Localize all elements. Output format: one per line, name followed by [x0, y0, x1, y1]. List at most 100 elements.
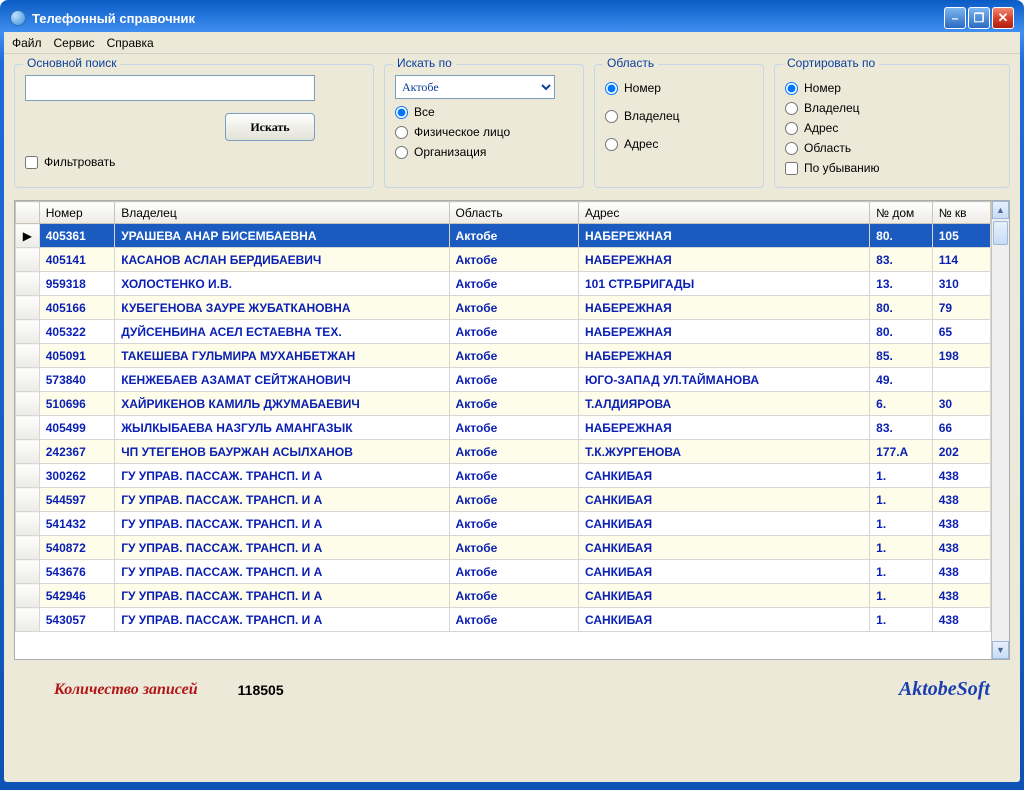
- cell-area[interactable]: Актобе: [449, 440, 578, 464]
- radio-area-number[interactable]: [605, 82, 618, 95]
- close-button[interactable]: ✕: [992, 7, 1014, 29]
- cell-house[interactable]: 80.: [870, 224, 933, 248]
- cell-area[interactable]: Актобе: [449, 392, 578, 416]
- cell-num[interactable]: 540872: [39, 536, 114, 560]
- cell-owner[interactable]: ТАКЕШЕВА ГУЛЬМИРА МУХАНБЕТЖАН: [115, 344, 449, 368]
- cell-owner[interactable]: ГУ УПРАВ. ПАССАЖ. ТРАНСП. И А: [115, 488, 449, 512]
- cell-house[interactable]: 177.А: [870, 440, 933, 464]
- table-row[interactable]: 542946ГУ УПРАВ. ПАССАЖ. ТРАНСП. И ААктоб…: [16, 584, 991, 608]
- cell-addr[interactable]: НАБЕРЕЖНАЯ: [578, 344, 869, 368]
- cell-apt[interactable]: 438: [932, 488, 990, 512]
- radio-all[interactable]: [395, 106, 408, 119]
- cell-owner[interactable]: ЖЫЛКЫБАЕВА НАЗГУЛЬ АМАНГАЗЫК: [115, 416, 449, 440]
- cell-area[interactable]: Актобе: [449, 248, 578, 272]
- cell-area[interactable]: Актобе: [449, 224, 578, 248]
- cell-area[interactable]: Актобе: [449, 416, 578, 440]
- table-row[interactable]: 573840КЕНЖЕБАЕВ АЗАМАТ СЕЙТЖАНОВИЧАктобе…: [16, 368, 991, 392]
- radio-sort-owner[interactable]: [785, 102, 798, 115]
- col-header-area[interactable]: Область: [449, 202, 578, 224]
- table-row[interactable]: 405091ТАКЕШЕВА ГУЛЬМИРА МУХАНБЕТЖАНАктоб…: [16, 344, 991, 368]
- table-row[interactable]: 510696ХАЙРИКЕНОВ КАМИЛЬ ДЖУМАБАЕВИЧАктоб…: [16, 392, 991, 416]
- cell-owner[interactable]: ХОЛОСТЕНКО И.В.: [115, 272, 449, 296]
- cell-apt[interactable]: 438: [932, 536, 990, 560]
- cell-house[interactable]: 83.: [870, 416, 933, 440]
- cell-num[interactable]: 543676: [39, 560, 114, 584]
- cell-num[interactable]: 542946: [39, 584, 114, 608]
- cell-num[interactable]: 405141: [39, 248, 114, 272]
- cell-addr[interactable]: 101 СТР.БРИГАДЫ: [578, 272, 869, 296]
- cell-area[interactable]: Актобе: [449, 560, 578, 584]
- cell-owner[interactable]: ГУ УПРАВ. ПАССАЖ. ТРАНСП. И А: [115, 536, 449, 560]
- cell-area[interactable]: Актобе: [449, 512, 578, 536]
- cell-owner[interactable]: УРАШЕВА АНАР БИСЕМБАЕВНА: [115, 224, 449, 248]
- cell-area[interactable]: Актобе: [449, 464, 578, 488]
- cell-house[interactable]: 1.: [870, 584, 933, 608]
- cell-house[interactable]: 1.: [870, 536, 933, 560]
- radio-person[interactable]: [395, 126, 408, 139]
- radio-area-owner[interactable]: [605, 110, 618, 123]
- region-select[interactable]: Актобе: [395, 75, 555, 99]
- cell-num[interactable]: 300262: [39, 464, 114, 488]
- radio-area-address[interactable]: [605, 138, 618, 151]
- col-header-address[interactable]: Адрес: [578, 202, 869, 224]
- radio-sort-number[interactable]: [785, 82, 798, 95]
- table-row[interactable]: 541432ГУ УПРАВ. ПАССАЖ. ТРАНСП. И ААктоб…: [16, 512, 991, 536]
- cell-owner[interactable]: КУБЕГЕНОВА ЗАУРЕ ЖУБАТКАНОВНА: [115, 296, 449, 320]
- cell-num[interactable]: 541432: [39, 512, 114, 536]
- titlebar[interactable]: Телефонный справочник – ❐ ✕: [4, 4, 1020, 32]
- cell-addr[interactable]: САНКИБАЯ: [578, 608, 869, 632]
- cell-apt[interactable]: 198: [932, 344, 990, 368]
- cell-apt[interactable]: 438: [932, 464, 990, 488]
- table-row[interactable]: ▶405361УРАШЕВА АНАР БИСЕМБАЕВНААктобеНАБ…: [16, 224, 991, 248]
- cell-addr[interactable]: САНКИБАЯ: [578, 536, 869, 560]
- table-row[interactable]: 543057ГУ УПРАВ. ПАССАЖ. ТРАНСП. И ААктоб…: [16, 608, 991, 632]
- cell-addr[interactable]: ЮГО-ЗАПАД УЛ.ТАЙМАНОВА: [578, 368, 869, 392]
- cell-house[interactable]: 1.: [870, 608, 933, 632]
- search-input[interactable]: [25, 75, 315, 101]
- col-header-house[interactable]: № дом: [870, 202, 933, 224]
- cell-addr[interactable]: НАБЕРЕЖНАЯ: [578, 320, 869, 344]
- cell-apt[interactable]: 114: [932, 248, 990, 272]
- cell-addr[interactable]: САНКИБАЯ: [578, 488, 869, 512]
- cell-addr[interactable]: НАБЕРЕЖНАЯ: [578, 296, 869, 320]
- cell-area[interactable]: Актобе: [449, 296, 578, 320]
- cell-apt[interactable]: 202: [932, 440, 990, 464]
- desc-checkbox[interactable]: [785, 162, 798, 175]
- cell-owner[interactable]: ГУ УПРАВ. ПАССАЖ. ТРАНСП. И А: [115, 560, 449, 584]
- table-row[interactable]: 300262ГУ УПРАВ. ПАССАЖ. ТРАНСП. И ААктоб…: [16, 464, 991, 488]
- cell-area[interactable]: Актобе: [449, 584, 578, 608]
- cell-owner[interactable]: ГУ УПРАВ. ПАССАЖ. ТРАНСП. И А: [115, 584, 449, 608]
- cell-apt[interactable]: 66: [932, 416, 990, 440]
- cell-num[interactable]: 959318: [39, 272, 114, 296]
- cell-area[interactable]: Актобе: [449, 272, 578, 296]
- cell-num[interactable]: 405322: [39, 320, 114, 344]
- cell-apt[interactable]: 310: [932, 272, 990, 296]
- cell-apt[interactable]: 105: [932, 224, 990, 248]
- cell-house[interactable]: 83.: [870, 248, 933, 272]
- table-row[interactable]: 405499ЖЫЛКЫБАЕВА НАЗГУЛЬ АМАНГАЗЫКАктобе…: [16, 416, 991, 440]
- menu-help[interactable]: Справка: [107, 36, 154, 50]
- cell-area[interactable]: Актобе: [449, 536, 578, 560]
- cell-house[interactable]: 1.: [870, 488, 933, 512]
- table-row[interactable]: 544597ГУ УПРАВ. ПАССАЖ. ТРАНСП. И ААктоб…: [16, 488, 991, 512]
- cell-apt[interactable]: [932, 368, 990, 392]
- table-row[interactable]: 405141КАСАНОВ АСЛАН БЕРДИБАЕВИЧАктобеНАБ…: [16, 248, 991, 272]
- cell-addr[interactable]: САНКИБАЯ: [578, 584, 869, 608]
- cell-addr[interactable]: Т.АЛДИЯРОВА: [578, 392, 869, 416]
- cell-num[interactable]: 543057: [39, 608, 114, 632]
- cell-addr[interactable]: Т.К.ЖУРГЕНОВА: [578, 440, 869, 464]
- minimize-button[interactable]: –: [944, 7, 966, 29]
- cell-num[interactable]: 405091: [39, 344, 114, 368]
- cell-house[interactable]: 1.: [870, 464, 933, 488]
- cell-apt[interactable]: 438: [932, 512, 990, 536]
- cell-owner[interactable]: ДУЙСЕНБИНА АСЕЛ ЕСТАЕВНА ТЕХ.: [115, 320, 449, 344]
- cell-apt[interactable]: 438: [932, 608, 990, 632]
- cell-addr[interactable]: САНКИБАЯ: [578, 464, 869, 488]
- scroll-thumb[interactable]: [993, 221, 1008, 245]
- data-grid[interactable]: Номер Владелец Область Адрес № дом № кв …: [14, 200, 1010, 660]
- radio-sort-area[interactable]: [785, 142, 798, 155]
- cell-apt[interactable]: 30: [932, 392, 990, 416]
- table-row[interactable]: 405166КУБЕГЕНОВА ЗАУРЕ ЖУБАТКАНОВНААктоб…: [16, 296, 991, 320]
- cell-addr[interactable]: НАБЕРЕЖНАЯ: [578, 416, 869, 440]
- cell-house[interactable]: 80.: [870, 296, 933, 320]
